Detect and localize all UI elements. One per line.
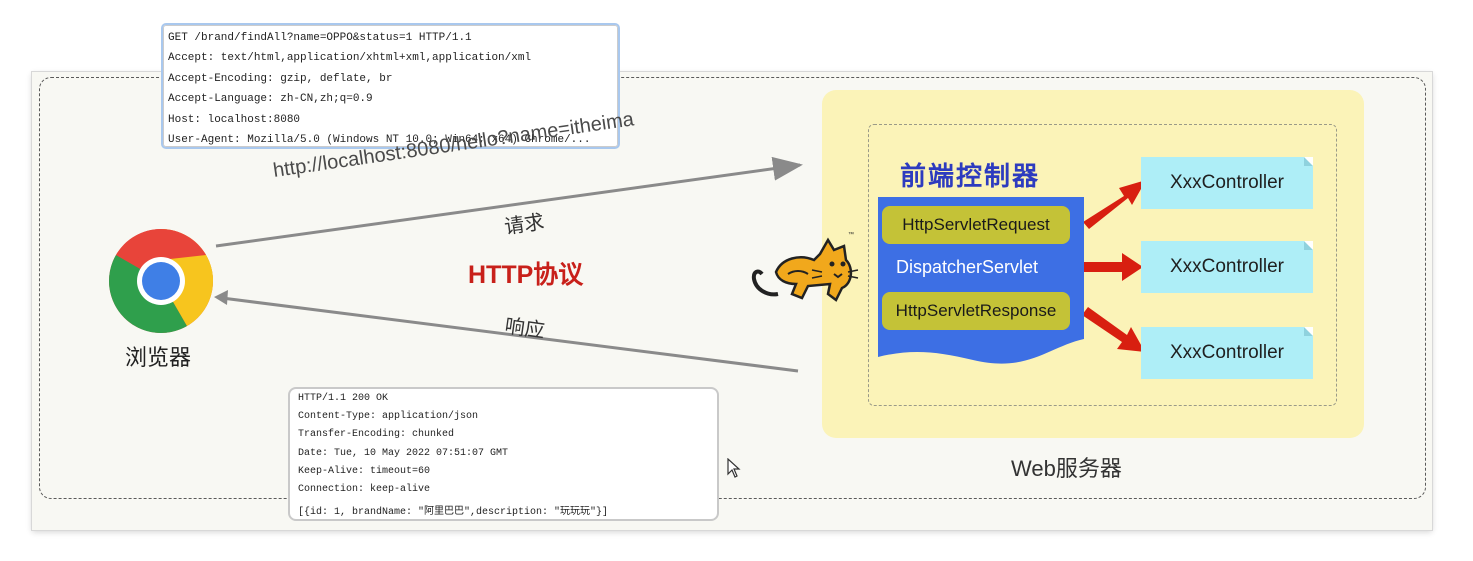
response-body: [{id: 1, brandName: "阿里巴巴",description: … bbox=[298, 507, 609, 519]
controller-box: XxxController bbox=[1141, 157, 1313, 209]
response-label: 响应 bbox=[503, 315, 546, 343]
status-line: HTTP/1.1 200 OK bbox=[298, 393, 389, 404]
protocol-title: HTTP协议 bbox=[468, 261, 584, 289]
response-header: Connection: keep-alive bbox=[298, 484, 431, 496]
page-fold bbox=[1304, 157, 1313, 166]
request-header: Accept: text/html,application/xhtml+xml,… bbox=[168, 52, 532, 65]
tomcat-icon: ™ bbox=[751, 231, 859, 302]
dispatch-arrow-2 bbox=[1083, 253, 1143, 281]
controller-box: XxxController bbox=[1141, 241, 1313, 293]
response-header: Date: Tue, 10 May 2022 07:51:07 GMT bbox=[298, 447, 509, 459]
request-label: 请求 bbox=[503, 211, 546, 239]
request-header: Accept-Language: zh-CN,zh;q=0.9 bbox=[168, 93, 373, 106]
controller-label: XxxController bbox=[1169, 256, 1285, 277]
svg-text:™: ™ bbox=[848, 231, 854, 238]
browser-label: 浏览器 bbox=[125, 345, 192, 370]
dispatch-arrow-1 bbox=[1083, 180, 1146, 229]
http-servlet-response: HttpServletResponse bbox=[882, 292, 1070, 330]
chrome-icon bbox=[109, 229, 213, 333]
response-header: Keep-Alive: timeout=60 bbox=[298, 465, 431, 477]
dispatcher-servlet-label: DispatcherServlet bbox=[896, 257, 1039, 277]
request-line: GET /brand/findAll?name=OPPO&status=1 HT… bbox=[168, 32, 472, 44]
http-servlet-request: HttpServletRequest bbox=[882, 206, 1070, 244]
http-response-message: HTTP/1.1 200 OK Content-Type: applicatio… bbox=[288, 387, 719, 521]
web-server-label: Web服务器 bbox=[1011, 456, 1122, 481]
response-arrow-head bbox=[214, 290, 228, 305]
dispatch-arrow-3 bbox=[1082, 307, 1145, 352]
controller-box: XxxController bbox=[1141, 327, 1313, 379]
controller-label: XxxController bbox=[1169, 172, 1285, 193]
mouse-cursor-icon bbox=[727, 458, 741, 478]
front-controller-title: 前端控制器 bbox=[900, 162, 1041, 192]
request-header: Accept-Encoding: gzip, deflate, br bbox=[168, 72, 393, 85]
page-fold bbox=[1304, 327, 1313, 336]
controller-label: XxxController bbox=[1169, 342, 1285, 363]
response-header: Transfer-Encoding: chunked bbox=[298, 429, 455, 441]
response-header: Content-Type: application/json bbox=[298, 411, 479, 423]
page-fold bbox=[1304, 241, 1313, 250]
